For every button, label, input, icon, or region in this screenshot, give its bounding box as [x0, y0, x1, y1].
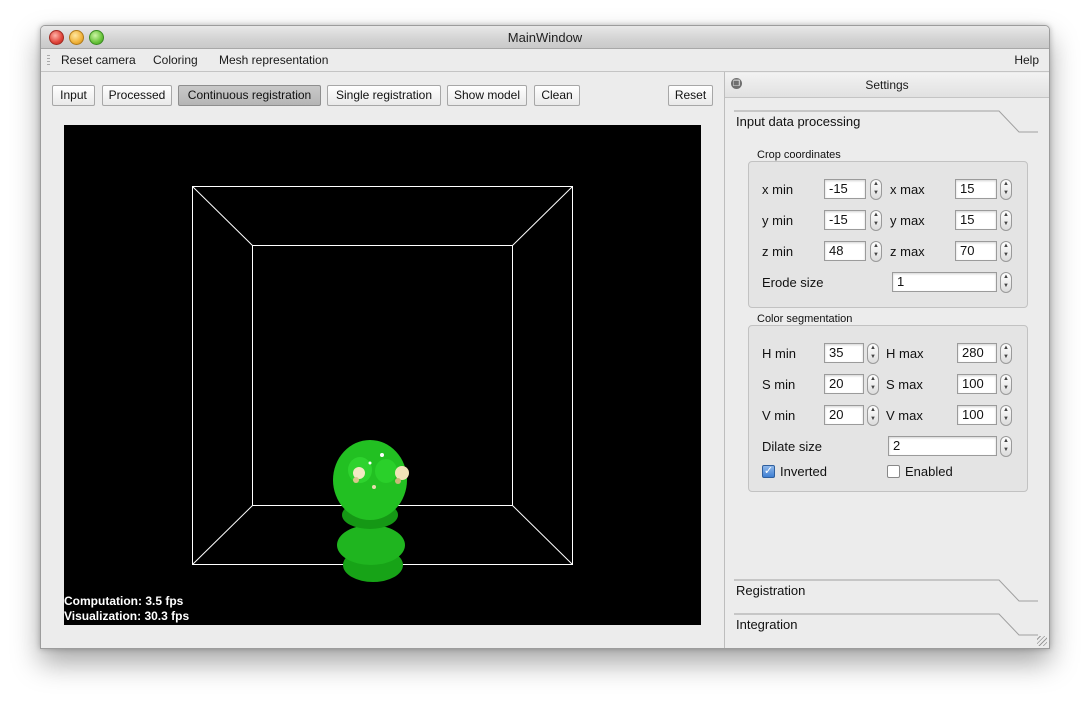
s-min-stepper[interactable]: ▲ ▼ — [867, 374, 879, 395]
y-max-stepper[interactable]: ▲ ▼ — [1000, 210, 1012, 231]
h-max-stepper[interactable]: ▲ ▼ — [1000, 343, 1012, 364]
3d-viewport[interactable]: Computation: 3.5 fps Visualization: 30.3… — [64, 125, 701, 625]
y-min-label: y min — [762, 213, 794, 228]
menu-help[interactable]: Help — [1014, 53, 1039, 67]
processed-button[interactable]: Processed — [102, 85, 172, 106]
erode-size-label: Erode size — [762, 275, 824, 290]
settings-title: Settings — [865, 78, 909, 92]
s-min-field[interactable]: 20 — [824, 374, 864, 394]
main-window: MainWindow Reset camera Coloring Mesh re… — [40, 25, 1050, 649]
s-max-label: S max — [886, 377, 923, 392]
y-max-label: y max — [890, 213, 925, 228]
enabled-label: Enabled — [905, 464, 953, 479]
window-title: MainWindow — [507, 30, 583, 45]
z-min-stepper[interactable]: ▲ ▼ — [870, 241, 882, 262]
s-max-stepper[interactable]: ▲ ▼ — [1000, 374, 1012, 395]
s-max-field[interactable]: 100 — [957, 374, 997, 394]
h-max-field[interactable]: 280 — [957, 343, 997, 363]
enabled-checkbox[interactable] — [887, 465, 900, 478]
v-max-stepper[interactable]: ▲ ▼ — [1000, 405, 1012, 426]
y-min-stepper[interactable]: ▲ ▼ — [870, 210, 882, 231]
visualization-fps: Visualization: 30.3 fps — [64, 609, 190, 623]
v-min-field[interactable]: 20 — [824, 405, 864, 425]
menu-reset-camera[interactable]: Reset camera — [61, 53, 136, 67]
crop-coordinates-title: Crop coordinates — [755, 149, 843, 161]
reset-button[interactable]: Reset — [668, 85, 713, 106]
dock-separator[interactable] — [724, 72, 725, 648]
erode-size-field[interactable]: 1 — [892, 272, 997, 292]
v-max-field[interactable]: 100 — [957, 405, 997, 425]
y-min-field[interactable]: -15 — [824, 210, 866, 230]
z-max-field[interactable]: 70 — [955, 241, 997, 261]
x-max-field[interactable]: 15 — [955, 179, 997, 199]
v-max-label: V max — [886, 408, 923, 423]
h-min-label: H min — [762, 346, 796, 361]
h-min-stepper[interactable]: ▲ ▼ — [867, 343, 879, 364]
x-max-label: x max — [890, 182, 925, 197]
z-max-stepper[interactable]: ▲ ▼ — [1000, 241, 1012, 262]
computation-fps: Computation: 3.5 fps — [64, 594, 184, 608]
v-min-label: V min — [762, 408, 796, 423]
clean-button[interactable]: Clean — [534, 85, 580, 106]
z-min-label: z min — [762, 244, 794, 259]
resize-grip-icon[interactable] — [1037, 636, 1047, 646]
dilate-size-label: Dilate size — [762, 439, 822, 454]
show-model-button[interactable]: Show model — [447, 85, 527, 106]
input-button[interactable]: Input — [52, 85, 95, 106]
menu-bar: Reset camera Coloring Mesh representatio… — [41, 49, 1049, 72]
settings-dock-title: ❐ Settings — [725, 73, 1049, 98]
menu-mesh-representation[interactable]: Mesh representation — [219, 53, 328, 67]
x-min-field[interactable]: -15 — [824, 179, 866, 199]
h-max-label: H max — [886, 346, 924, 361]
x-min-label: x min — [762, 182, 794, 197]
crop-coordinates-group: x min -15 ▲ ▼ x max 15 ▲ ▼ y min -15 ▲ ▼ y … — [748, 161, 1028, 308]
section-tab-line — [734, 110, 1038, 133]
dilate-size-stepper[interactable]: ▲ ▼ — [1000, 436, 1012, 457]
z-max-label: z max — [890, 244, 925, 259]
color-segmentation-title: Color segmentation — [755, 313, 855, 325]
single-registration-button[interactable]: Single registration — [327, 85, 441, 106]
menu-grip-icon — [47, 55, 50, 65]
h-min-field[interactable]: 35 — [824, 343, 864, 363]
title-bar: MainWindow — [41, 26, 1049, 49]
color-segmentation-group: H min 35 ▲ ▼ H max 280 ▲ ▼ S min 20 ▲ ▼ S m… — [748, 325, 1028, 492]
scanned-object — [333, 440, 409, 582]
viewport-scene — [192, 186, 573, 582]
erode-size-stepper[interactable]: ▲ ▼ — [1000, 272, 1012, 293]
dilate-size-field[interactable]: 2 — [888, 436, 997, 456]
v-min-stepper[interactable]: ▲ ▼ — [867, 405, 879, 426]
integration-tab-line — [734, 613, 1038, 636]
inverted-checkbox[interactable]: ✓ — [762, 465, 775, 478]
x-max-stepper[interactable]: ▲ ▼ — [1000, 179, 1012, 200]
inverted-label: Inverted — [780, 464, 827, 479]
continuous-registration-button[interactable]: Continuous registration — [178, 85, 321, 106]
y-max-field[interactable]: 15 — [955, 210, 997, 230]
s-min-label: S min — [762, 377, 796, 392]
z-min-field[interactable]: 48 — [824, 241, 866, 261]
x-min-stepper[interactable]: ▲ ▼ — [870, 179, 882, 200]
menu-coloring[interactable]: Coloring — [153, 53, 198, 67]
registration-tab-line — [734, 579, 1038, 602]
